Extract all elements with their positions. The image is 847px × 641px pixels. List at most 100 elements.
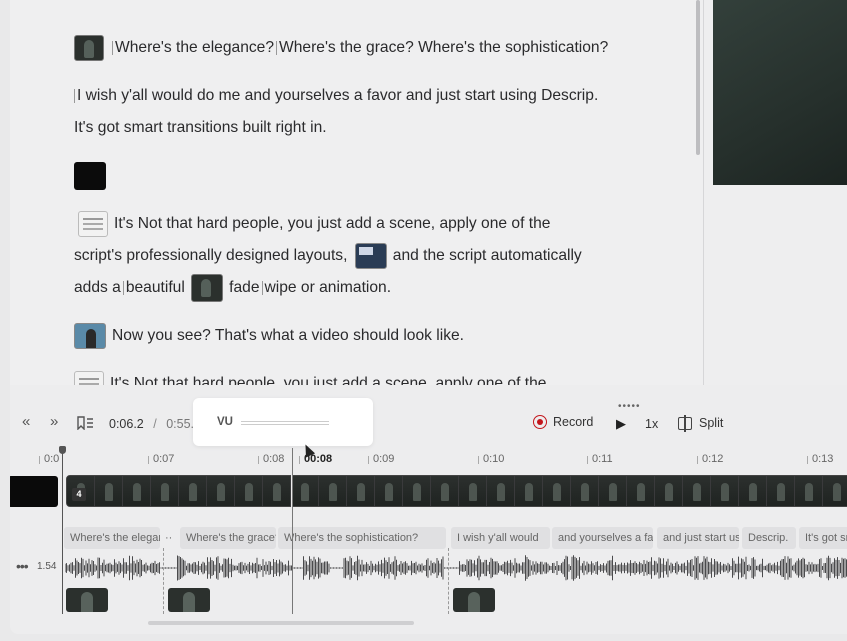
filmstrip-frame [543,476,571,506]
filmstrip-frame [487,476,515,506]
script-paragraph[interactable]: Where's the elegance? Where's the grace? … [74,32,654,64]
word-gap-marker [112,41,113,55]
ruler-tick: 0:13 [806,453,834,465]
record-button[interactable]: Record [533,415,593,429]
script-text[interactable]: wipe or animation. [265,279,392,296]
word-chip[interactable]: Where's the elegance? [64,527,160,549]
scene-thumbnail[interactable] [453,588,495,612]
play-icon[interactable]: ▶ [616,416,626,432]
ruler-tick: 0:12 [696,453,724,465]
video-preview[interactable] [713,0,847,185]
filmstrip-frame [347,476,375,506]
word-chip[interactable]: and yourselves a favor [552,527,653,549]
hover-line [292,448,293,614]
filmstrip-frame [739,476,767,506]
word-chip[interactable]: Where's the sophistication? [278,527,446,549]
script-paragraph[interactable]: Now you see? That's what a video should … [74,320,654,352]
black-clip[interactable] [10,476,58,507]
record-label: Record [553,415,594,429]
playback-speed[interactable]: 1x [645,417,658,431]
transport-bar: ••••• « » 0:06.2 / 0:55.9 VU Record ▶ 1x… [10,398,847,446]
scene-thumbnail[interactable] [74,161,106,190]
playhead[interactable] [59,446,66,614]
script-text[interactable]: It's got smart transitions built right i… [74,119,327,136]
script-text[interactable]: and the script automatically [393,247,582,264]
filmstrip-frame [123,476,151,506]
track-menu-icon[interactable]: ••• [16,558,29,574]
time-separator: / [153,417,157,431]
filmstrip-frame [95,476,123,506]
script-paragraph[interactable]: It's Not that hard people, you just add … [74,368,654,385]
word-chip[interactable]: and just start using [657,527,739,549]
vu-meter-popover: VU [193,398,373,446]
split-icon [678,414,692,432]
word-chip[interactable]: I wish y'all would [451,527,550,549]
vu-label: VU [217,416,233,428]
resize-handle[interactable]: ••••• [618,401,641,412]
scene-thumbnail[interactable] [168,588,210,612]
scene-thumbnail[interactable] [66,588,108,612]
filmstrip-frame [711,476,739,506]
script-scrollbar[interactable] [696,0,700,155]
script-text[interactable]: beautiful [126,279,185,296]
scene-thumbnail[interactable] [74,371,104,385]
word-gap-marker [122,281,124,296]
timeline-ruler[interactable]: 0:0 0:07 0:08 00:08 0:09 0:10 0:11 0:12 … [10,450,847,468]
ruler-tick: 0:08 [257,453,285,465]
ruler-tick: 0:0 [38,453,60,465]
script-text[interactable]: Now you see? That's what a video should … [112,327,464,344]
filmstrip-frame [431,476,459,506]
word-chip[interactable]: ·· [163,527,174,549]
audio-waveform[interactable] [65,552,847,584]
script-text[interactable]: script's professionally designed layouts… [74,247,347,264]
word-gap-marker [74,89,75,103]
scene-thumbnail[interactable] [74,35,104,61]
script-paragraph[interactable] [74,160,654,192]
edit-marker [448,548,449,614]
app-window: Where's the elegance? Where's the grace? … [10,0,847,634]
word-chip[interactable]: Where's the grace? [180,527,276,549]
filmstrip-frame [291,476,319,506]
waveform-path [65,555,847,581]
vu-meter [241,421,329,425]
clip-layer-badge: 4 [72,488,86,501]
script-paragraph[interactable]: I wish y'all would do me and yourselves … [74,80,654,144]
filmstrip-frame [627,476,655,506]
split-button[interactable]: Split [678,414,723,432]
current-time: 0:06.2 [109,417,144,431]
script-text[interactable]: It's Not that hard people, you just add … [114,215,550,232]
filmstrip-frame [515,476,543,506]
scene-thumbnail[interactable] [78,211,108,237]
scene-thumbnail[interactable] [74,323,106,349]
record-icon [533,415,547,429]
filmstrip-frame [319,476,347,506]
filmstrip-frame [375,476,403,506]
script-text[interactable]: Where's the elegance? [115,39,274,56]
script-text[interactable]: It's Not that hard people, you just add … [110,375,546,385]
filmstrip-frame [571,476,599,506]
filmstrip-frame [795,476,823,506]
script-text[interactable]: adds a [74,279,121,296]
scene-thumbnail[interactable] [191,274,224,303]
ruler-tick: 0:10 [477,453,505,465]
ruler-tick: 0:09 [367,453,395,465]
scene-thumbnail[interactable] [354,243,387,270]
script-outline-icon[interactable] [76,416,94,433]
word-chip[interactable]: It's got smart [799,527,847,549]
track-gain[interactable]: 1.54 [37,561,56,572]
ruler-tick: 0:11 [587,453,613,465]
filmstrip-frame [767,476,795,506]
filmstrip-frame [263,476,291,506]
script-text[interactable]: Where's the grace? Where's the sophistic… [279,39,608,56]
filmstrip-frame [459,476,487,506]
skip-forward-icon[interactable]: » [50,413,58,430]
script-editor[interactable]: Where's the elegance? Where's the grace? … [10,0,703,385]
script-paragraph[interactable]: It's Not that hard people, you just add … [74,208,654,304]
word-gap-marker [261,281,263,296]
script-text[interactable]: fade [229,279,259,296]
word-chip[interactable]: Descrip. [742,527,796,549]
video-track[interactable] [66,475,847,507]
timeline-scrollbar[interactable] [148,621,414,625]
skip-back-icon[interactable]: « [22,413,30,430]
script-text[interactable]: I wish y'all would do me and yourselves … [77,87,598,104]
